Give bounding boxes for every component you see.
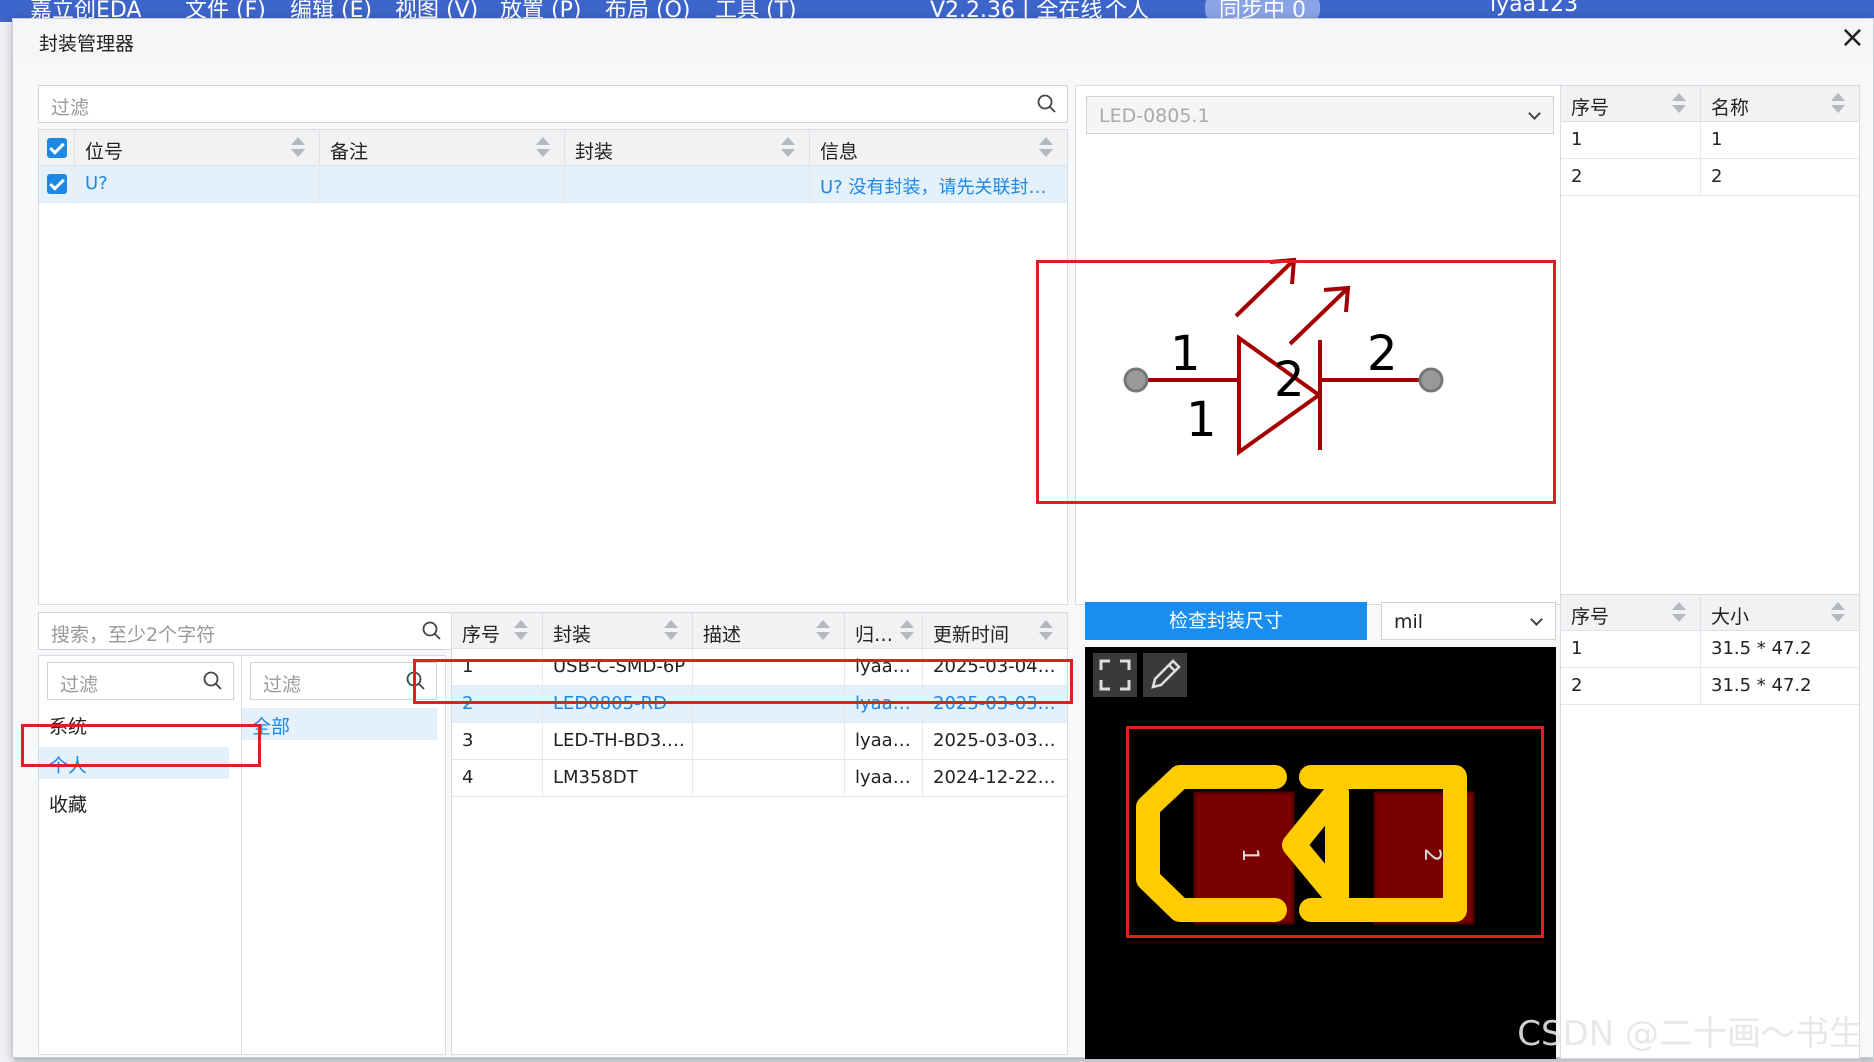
table-row[interactable]: 2 2: [1561, 159, 1859, 196]
library-search-input[interactable]: 搜索，至少2个字符: [38, 612, 453, 650]
cell-footprint: LED-TH-BD3.…: [553, 730, 685, 751]
pin-number: 2: [1274, 352, 1305, 408]
col-designator[interactable]: 位号: [75, 130, 320, 166]
sort-icon[interactable]: [536, 137, 550, 159]
search-icon[interactable]: [1037, 94, 1057, 114]
select-all-checkbox[interactable]: [47, 138, 67, 158]
username[interactable]: lyaa123: [1490, 0, 1578, 17]
col-pad-no[interactable]: 序号: [1561, 595, 1701, 631]
component-table-header: 位号 备注 封装 信息: [39, 130, 1067, 166]
col-note[interactable]: 备注: [320, 130, 565, 166]
footprint-preview: 1 2: [1085, 647, 1556, 1059]
category-panel: 过滤 全部: [241, 655, 446, 1055]
pad-label: 2: [1419, 848, 1444, 862]
dialog-titlebar: 封装管理器 ×: [13, 19, 1873, 61]
table-row[interactable]: 2 31.5 * 47.2: [1561, 668, 1859, 705]
table-row[interactable]: 1 USB-C-SMD-6P lyaa… 2025-03-04…: [452, 649, 1067, 686]
table-row[interactable]: 1 1: [1561, 122, 1859, 159]
col-pad-size[interactable]: 大小: [1701, 595, 1859, 631]
info-cell: U? 没有封装，请先关联封…: [820, 177, 1047, 198]
symbol-select[interactable]: LED-0805.1: [1086, 96, 1554, 134]
sort-icon[interactable]: [664, 620, 678, 642]
cell-footprint: LM358DT: [553, 767, 638, 788]
sort-icon[interactable]: [291, 137, 305, 159]
library-item-system[interactable]: 系统: [39, 708, 229, 740]
sort-icon[interactable]: [1831, 93, 1845, 115]
pcb-footprint-drawing: 1 2: [1136, 765, 1475, 925]
library-item-favorites[interactable]: 收藏: [39, 786, 229, 818]
cell-no: 3: [462, 730, 474, 751]
row-checkbox[interactable]: [47, 174, 67, 194]
sort-icon[interactable]: [1039, 620, 1053, 642]
component-table: 位号 备注 封装 信息 U? U? 没有封装，请先关联封…: [38, 129, 1068, 605]
category-filter-input[interactable]: 过滤: [250, 662, 437, 700]
pin-label: 2: [1367, 326, 1398, 382]
designator-cell: U?: [85, 173, 108, 194]
footprint-manager-dialog: 封装管理器 × 过滤 位号 备注 封装 信息 U? U? 没有封装，请先关联封……: [12, 18, 1874, 1059]
sort-icon[interactable]: [1831, 602, 1845, 624]
col-pin-name[interactable]: 名称: [1701, 86, 1859, 122]
cell-no: 1: [462, 656, 474, 677]
sort-icon[interactable]: [781, 137, 795, 159]
component-filter-input[interactable]: 过滤: [38, 85, 1068, 123]
table-row[interactable]: 2 LED0805-RD lyaa… 2025-03-03…: [452, 686, 1067, 723]
table-row[interactable]: 3 LED-TH-BD3.… lyaa… 2025-03-03…: [452, 723, 1067, 760]
category-item-all[interactable]: 全部: [242, 708, 437, 740]
cell-time: 2024-12-22…: [933, 767, 1056, 788]
sort-icon[interactable]: [816, 620, 830, 642]
pin-label: 1: [1170, 326, 1201, 382]
sort-icon[interactable]: [1672, 602, 1686, 624]
cell-time: 2025-03-03…: [933, 730, 1056, 751]
pin-table: 序号 名称 1 1 2 2: [1560, 85, 1860, 605]
search-icon[interactable]: [422, 621, 442, 641]
cell-time: 2025-03-03…: [933, 693, 1056, 714]
cell-no: 2: [462, 693, 474, 714]
library-panel: 过滤 系统 个人 收藏: [38, 655, 243, 1055]
col-updated[interactable]: 更新时间: [923, 613, 1067, 649]
pad-label: 1: [1237, 848, 1262, 862]
table-row[interactable]: 4 LM358DT lyaa… 2024-12-22…: [452, 760, 1067, 797]
watermark: CSDN @二十画～书生: [1517, 1014, 1863, 1054]
cell-no: 4: [462, 767, 474, 788]
col-pin-no[interactable]: 序号: [1561, 86, 1701, 122]
footprint-table: 序号 封装 描述 归… 更新时间 1 USB-C-SMD-6P lyaa… 2025-…: [451, 612, 1068, 1055]
led-symbol-diagram: 1 2 2 1: [1123, 257, 1444, 456]
col-no[interactable]: 序号: [452, 613, 543, 649]
search-icon[interactable]: [406, 671, 426, 691]
cell-owner: lyaa…: [855, 767, 911, 788]
cell-footprint: USB-C-SMD-6P: [553, 656, 686, 677]
table-row[interactable]: 1 31.5 * 47.2: [1561, 631, 1859, 668]
search-icon[interactable]: [203, 671, 223, 691]
library-filter-input[interactable]: 过滤: [47, 662, 234, 700]
col-footprint[interactable]: 封装: [565, 130, 810, 166]
close-icon[interactable]: ×: [1840, 23, 1865, 53]
dialog-title: 封装管理器: [39, 33, 135, 55]
sort-icon[interactable]: [1039, 137, 1053, 159]
pin-number: 1: [1186, 392, 1217, 448]
cell-owner: lyaa…: [855, 656, 911, 677]
pad-table: 序号 大小 1 31.5 * 47.2 2 31.5 * 47.2: [1560, 594, 1860, 1059]
table-row[interactable]: U? U? 没有封装，请先关联封…: [39, 166, 1067, 203]
sort-icon[interactable]: [900, 620, 914, 642]
cell-owner: lyaa…: [855, 693, 911, 714]
cell-owner: lyaa…: [855, 730, 911, 751]
col-footprint[interactable]: 封装: [543, 613, 693, 649]
sort-icon[interactable]: [1672, 93, 1686, 115]
col-info[interactable]: 信息: [810, 130, 1067, 166]
cell-time: 2025-03-04…: [933, 656, 1056, 677]
col-owner[interactable]: 归…: [845, 613, 923, 649]
check-footprint-size-button[interactable]: 检查封装尺寸: [1085, 602, 1367, 640]
unit-select[interactable]: mil: [1381, 602, 1556, 640]
symbol-preview-panel: LED-0805.1 1 2 2 1: [1075, 85, 1565, 605]
sort-icon[interactable]: [514, 620, 528, 642]
library-item-personal[interactable]: 个人: [39, 747, 229, 779]
col-description[interactable]: 描述: [693, 613, 845, 649]
cell-footprint: LED0805-RD: [553, 693, 667, 714]
